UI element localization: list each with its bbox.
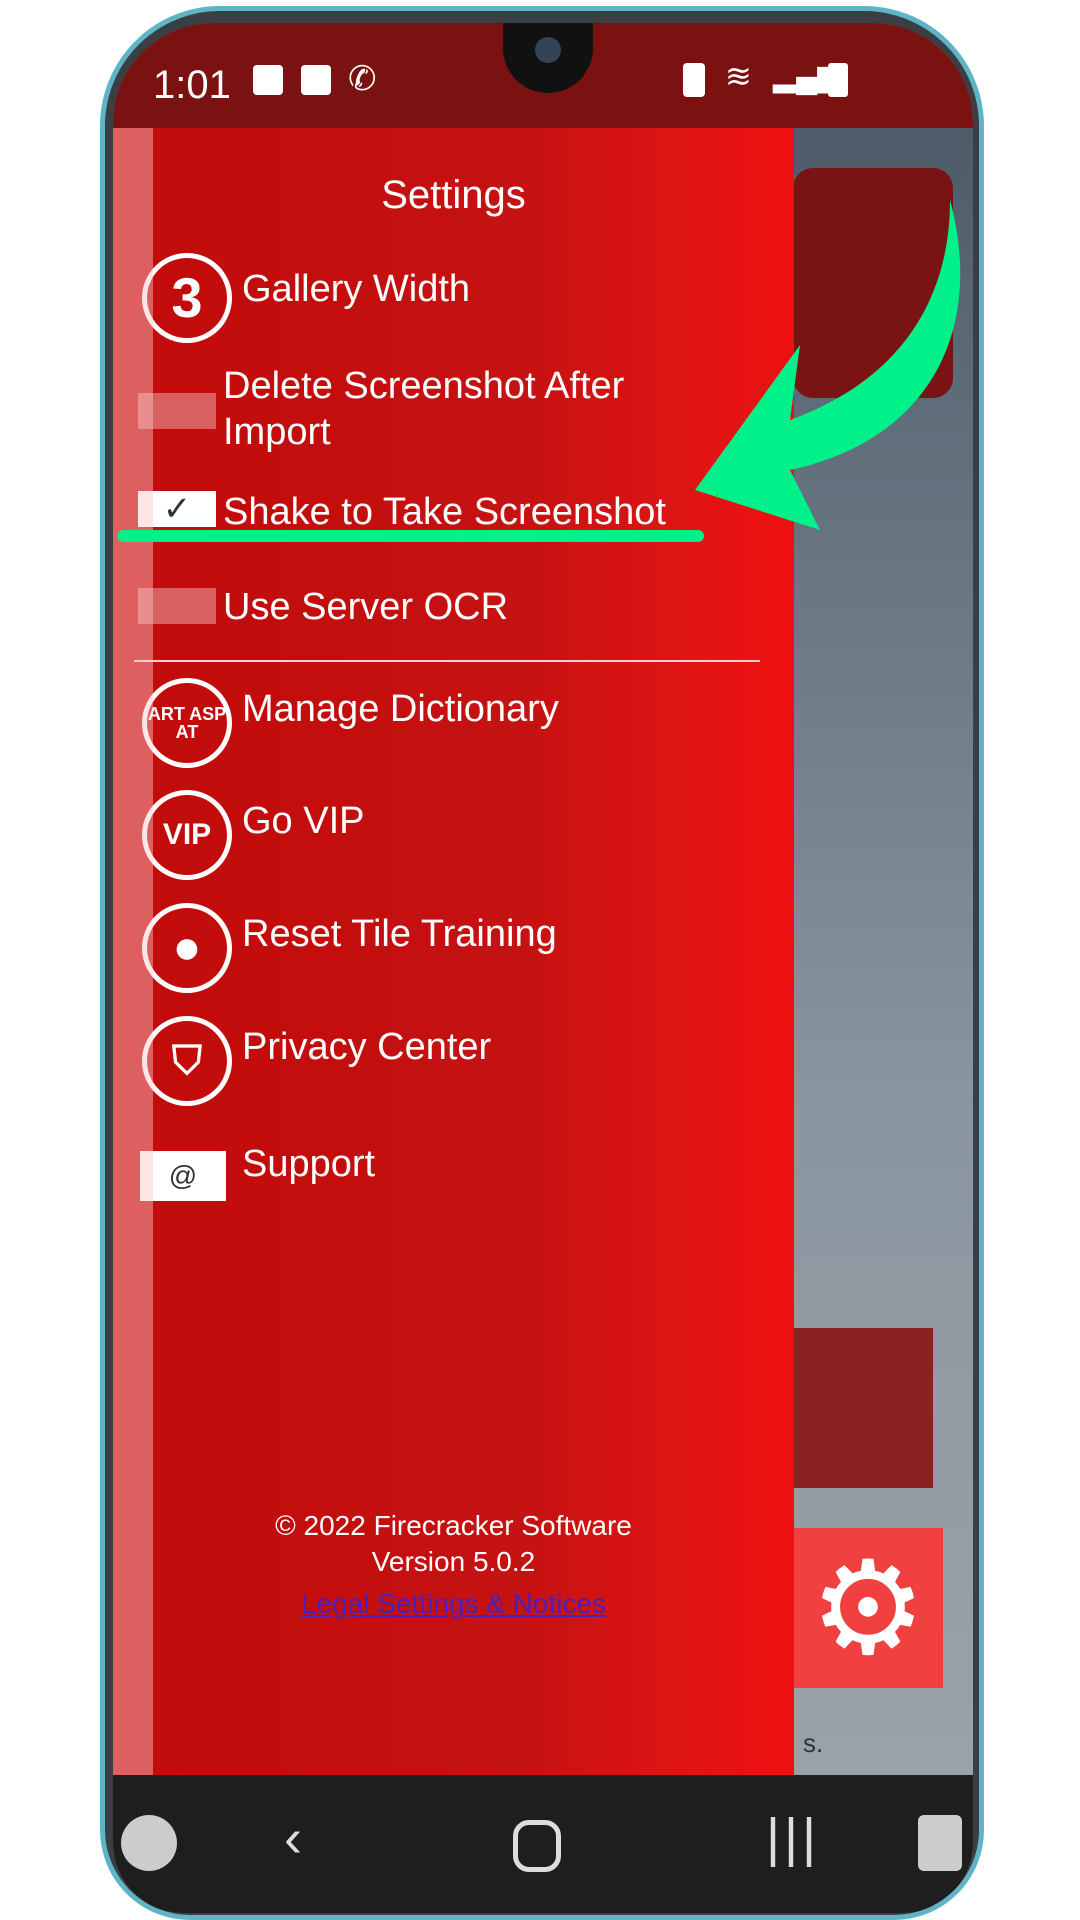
pointer-arrow <box>695 200 961 530</box>
annotation-overlay <box>117 200 961 542</box>
